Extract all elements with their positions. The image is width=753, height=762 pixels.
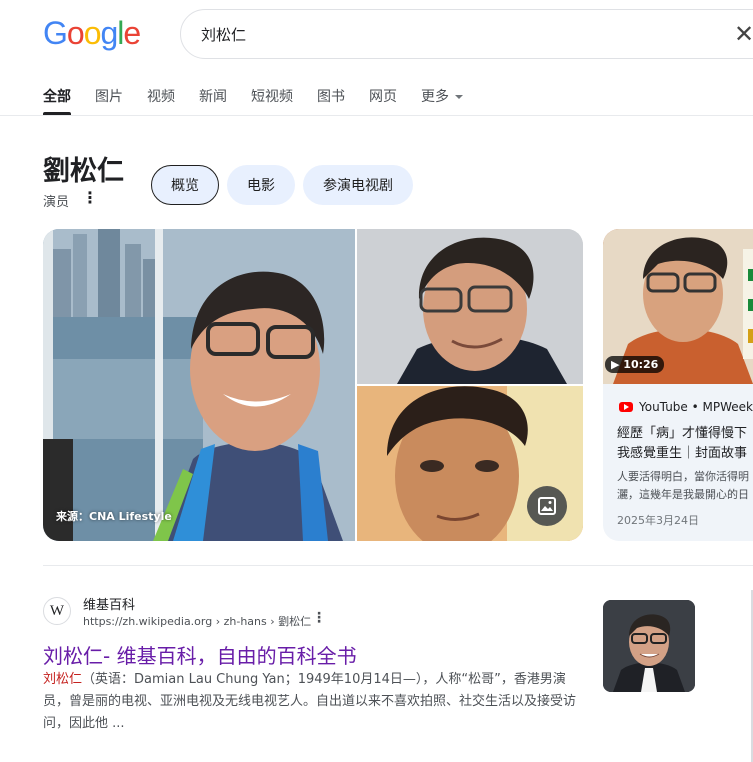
logo-letter: o [83, 15, 102, 51]
close-icon[interactable]: ✕ [734, 20, 753, 48]
tab-short-videos[interactable]: 短视频 [251, 84, 293, 115]
google-lens-icon[interactable] [527, 486, 567, 526]
chevron-down-icon [455, 95, 463, 99]
entity-image-secondary[interactable] [357, 229, 583, 384]
video-source: YouTube • MPWeekly [619, 400, 753, 414]
more-options-icon[interactable]: ⋮ [82, 188, 98, 207]
entity-subtitle: 演员 [43, 195, 70, 210]
youtube-icon [619, 402, 633, 412]
tab-books[interactable]: 图书 [317, 84, 345, 115]
video-date: 2025年3月24日 [617, 514, 699, 527]
logo-letter: g [100, 15, 118, 51]
result-thumbnail-photo [603, 600, 695, 692]
logo-letter: e [123, 15, 141, 51]
video-source-text: YouTube • MPWeekly [639, 400, 753, 414]
wikipedia-icon[interactable]: W [43, 597, 71, 625]
video-title[interactable]: 經歷「病」才懂得慢下 我感覺重生｜封面故事 [617, 424, 753, 464]
result-title-link[interactable]: 刘松仁- 维基百科，自由的百科全书 [43, 640, 357, 669]
result-url[interactable]: https://zh.wikipedia.org › zh-hans › 劉松仁 [83, 613, 311, 629]
tab-more-label: 更多 [421, 89, 449, 105]
result-thumbnail[interactable] [603, 600, 695, 692]
tab-videos[interactable]: 视频 [147, 84, 175, 115]
chip-tv-series[interactable]: 参演电视剧 [303, 165, 413, 205]
tab-web[interactable]: 网页 [369, 84, 397, 115]
chip-movies[interactable]: 电影 [227, 165, 295, 205]
tab-more[interactable]: 更多 [421, 84, 463, 115]
logo-letter: o [66, 15, 85, 51]
tabs-divider [0, 115, 753, 116]
tab-images[interactable]: 图片 [95, 84, 123, 115]
chip-overview[interactable]: 概览 [151, 165, 219, 205]
search-input[interactable]: 刘松仁 [201, 24, 246, 45]
video-duration: ▶ 10:26 [605, 356, 665, 373]
video-description: 人要活得明白，當你活得明 灑，這幾年是我最開心的日 [617, 470, 749, 501]
result-site-name[interactable]: 维基百科 [83, 594, 135, 613]
entity-image-young[interactable] [357, 386, 583, 541]
image-source-label: 来源：CNA Lifestyle [56, 510, 172, 523]
tab-all[interactable]: 全部 [43, 84, 71, 115]
result-more-icon[interactable]: ⋮ [312, 610, 326, 626]
result-snippet: 刘松仁（英语：Damian Lau Chung Yan；1949年10月14日—… [43, 669, 588, 735]
photo-harbor-portrait [43, 229, 355, 541]
section-divider [43, 565, 753, 566]
video-card[interactable]: ▶ 10:26 YouTube • MPWeekly 經歷「病」才懂得慢下 我感… [603, 229, 753, 541]
snippet-text: （英语：Damian Lau Chung Yan；1949年10月14日—），人… [43, 672, 577, 731]
image-icon [538, 497, 556, 515]
tab-news[interactable]: 新闻 [199, 84, 227, 115]
entity-title: 劉松仁 [43, 156, 124, 187]
logo-letter: G [43, 15, 68, 51]
video-duration-text: 10:26 [623, 358, 659, 371]
entity-image-main[interactable]: 来源：CNA Lifestyle [43, 229, 355, 541]
snippet-highlight: 刘松仁 [43, 672, 83, 687]
search-tabs: 全部 图片 视频 新闻 短视频 图书 网页 更多 [43, 84, 463, 115]
video-thumbnail[interactable]: ▶ 10:26 [603, 229, 753, 384]
photo-portrait-glasses [357, 229, 583, 384]
google-logo[interactable]: Google [43, 15, 141, 52]
search-box[interactable]: 刘松仁 ✕ [180, 9, 753, 59]
